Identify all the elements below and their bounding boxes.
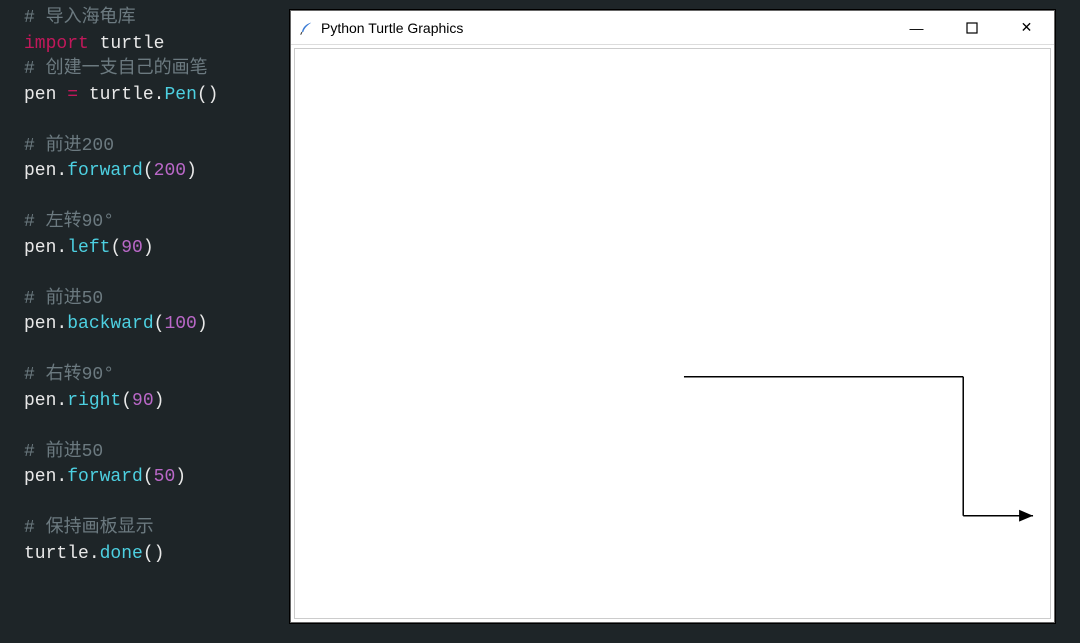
code-line[interactable]: pen.right(90) — [24, 389, 290, 415]
code-line[interactable]: pen = turtle.Pen() — [24, 83, 290, 109]
code-line[interactable]: import turtle — [24, 32, 290, 58]
minimize-button[interactable]: — — [889, 11, 944, 44]
turtle-drawing — [295, 49, 1050, 618]
code-line[interactable] — [24, 491, 290, 517]
code-line[interactable] — [24, 185, 290, 211]
feather-icon — [291, 20, 321, 36]
code-line[interactable]: # 右转90° — [24, 363, 290, 389]
code-line[interactable]: turtle.done() — [24, 542, 290, 568]
code-editor[interactable]: # 导入海龟库import turtle# 创建一支自己的画笔pen = tur… — [0, 0, 290, 643]
code-line[interactable]: pen.forward(200) — [24, 159, 290, 185]
code-line[interactable]: pen.forward(50) — [24, 465, 290, 491]
code-line[interactable] — [24, 414, 290, 440]
code-line[interactable]: # 前进50 — [24, 440, 290, 466]
code-line[interactable] — [24, 261, 290, 287]
code-line[interactable]: # 保持画板显示 — [24, 516, 290, 542]
code-line[interactable]: # 前进200 — [24, 134, 290, 160]
close-icon: ✕ — [1021, 19, 1033, 36]
code-line[interactable]: # 前进50 — [24, 287, 290, 313]
window-titlebar[interactable]: Python Turtle Graphics — ✕ — [291, 11, 1054, 45]
code-line[interactable]: pen.left(90) — [24, 236, 290, 262]
minimize-icon: — — [910, 20, 924, 36]
code-line[interactable]: # 导入海龟库 — [24, 6, 290, 32]
code-line[interactable] — [24, 108, 290, 134]
maximize-icon — [966, 22, 978, 34]
code-line[interactable]: # 创建一支自己的画笔 — [24, 57, 290, 83]
close-button[interactable]: ✕ — [999, 11, 1054, 44]
code-line[interactable] — [24, 338, 290, 364]
turtle-canvas-area — [294, 48, 1051, 619]
code-line[interactable]: # 左转90° — [24, 210, 290, 236]
maximize-button[interactable] — [944, 11, 999, 44]
window-controls: — ✕ — [889, 11, 1054, 44]
window-title: Python Turtle Graphics — [321, 20, 889, 36]
turtle-graphics-window: Python Turtle Graphics — ✕ — [290, 10, 1055, 623]
code-line[interactable]: pen.backward(100) — [24, 312, 290, 338]
